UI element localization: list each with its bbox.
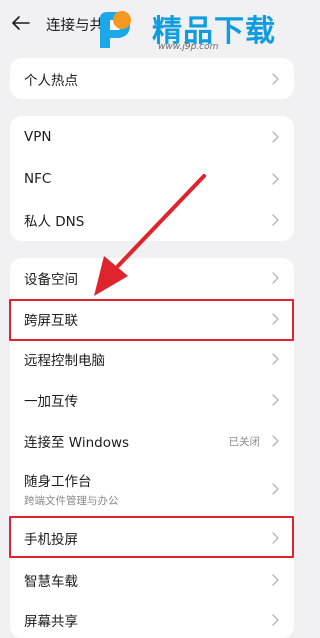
list-item-link-windows[interactable]: 连接至 Windows 已关闭 (10, 421, 294, 461)
item-label: 智慧车载 (24, 573, 78, 590)
chevron-right-icon (268, 613, 282, 627)
list-item-vpn[interactable]: VPN (10, 116, 294, 158)
list-item-screen-share[interactable]: 屏幕共享 (10, 600, 294, 638)
item-label: 一加互传 (24, 393, 78, 410)
item-subtitle: 跨端文件管理与办公 (24, 495, 119, 507)
p-logo-icon (100, 11, 131, 48)
chevron-right-icon (268, 352, 282, 366)
list-item-nfc[interactable]: NFC (10, 158, 294, 199)
item-label: 私人 DNS (24, 214, 85, 230)
list-item-personal-hotspot[interactable]: 个人热点 (10, 58, 294, 99)
settings-group-hotspot: 个人热点 (10, 58, 294, 99)
list-item-private-dns[interactable]: 私人 DNS (10, 199, 294, 241)
item-label: NFC (24, 170, 52, 187)
item-label: 连接至 Windows (24, 435, 130, 451)
chevron-right-icon (268, 434, 282, 448)
chevron-right-icon (268, 482, 282, 496)
item-label: 随身工作台 (24, 474, 92, 490)
watermark: 精品下载 www.j9p.com (92, 4, 302, 60)
item-label: VPN (24, 129, 52, 145)
list-item-device-space[interactable]: 设备空间 (10, 258, 294, 298)
chevron-right-icon (268, 72, 282, 86)
chevron-right-icon (268, 393, 282, 407)
item-label: 屏幕共享 (24, 614, 78, 630)
item-text-block: 随身工作台 跨端文件管理与办公 (24, 470, 268, 508)
arrow-left-icon (12, 16, 30, 30)
watermark-url: www.j9p.com (158, 42, 219, 52)
chevron-right-icon (268, 573, 282, 587)
chevron-right-icon (268, 271, 282, 285)
chevron-right-icon (268, 172, 282, 186)
list-item-car-link[interactable]: 智慧车载 (10, 559, 294, 600)
highlight-box-screen-cast (9, 516, 294, 558)
settings-group-network: VPN NFC 私人 DNS (10, 116, 294, 241)
back-button[interactable] (10, 12, 32, 34)
highlight-box-cross-screen (9, 299, 294, 341)
list-item-oneplus-share[interactable]: 一加互传 (10, 378, 294, 421)
list-item-workbench[interactable]: 随身工作台 跨端文件管理与办公 (10, 461, 294, 517)
chevron-right-icon (268, 213, 282, 227)
chevron-right-icon (268, 130, 282, 144)
item-label: 个人热点 (24, 72, 78, 89)
item-label: 设备空间 (24, 272, 78, 288)
status-text: 已关闭 (228, 435, 261, 448)
item-label: 远程控制电脑 (24, 353, 105, 369)
list-item-remote-pc[interactable]: 远程控制电脑 (10, 340, 294, 378)
